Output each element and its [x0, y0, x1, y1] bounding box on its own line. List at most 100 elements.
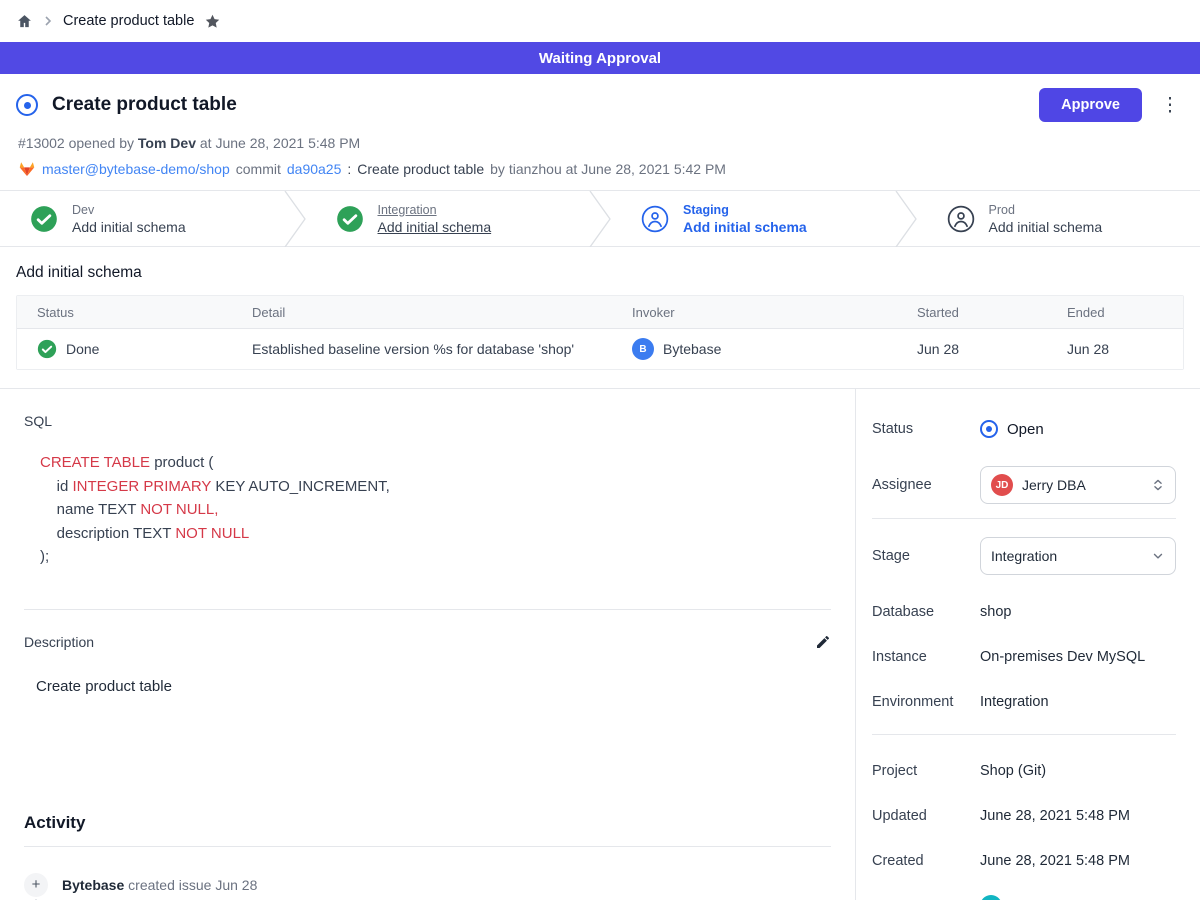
description-label: Description [24, 634, 815, 650]
pipeline-stage-dev[interactable]: Dev Add initial schema [0, 191, 284, 246]
stage-select[interactable]: Integration [980, 537, 1176, 575]
breadcrumb: Create product table [0, 0, 1200, 42]
project-row: ProjectShop (Git) [872, 753, 1176, 789]
field-value: On-premises Dev MySQL [980, 649, 1145, 665]
column-header-detail: Detail [232, 305, 612, 320]
field-value: June 28, 2021 5:48 PM [980, 853, 1130, 869]
pipeline-stage-prod[interactable]: Prod Add initial schema [917, 191, 1200, 246]
sql-line: name TEXT NOT NULL, [40, 498, 831, 522]
waiting-approval-banner: Waiting Approval [0, 42, 1200, 74]
field-value: shop [980, 604, 1011, 620]
status-value: Open [1007, 421, 1044, 438]
sql-line: description TEXT NOT NULL [40, 522, 831, 546]
field-value: June 28, 2021 5:48 PM [980, 808, 1130, 824]
task-table: StatusDetailInvokerStartedEnded DoneEsta… [16, 295, 1184, 370]
divider [24, 846, 831, 847]
stage-done-check-icon [30, 205, 58, 233]
assignee-label: Assignee [872, 477, 980, 493]
kebab-menu-icon[interactable]: ⋮ [1156, 96, 1184, 115]
assignee-avatar: JD [991, 474, 1013, 496]
stage-task-label: Add initial schema [989, 219, 1103, 235]
task-table-header: StatusDetailInvokerStartedEnded [17, 296, 1183, 329]
stage-task-label: Add initial schema [72, 219, 186, 235]
field-value: Integration [980, 694, 1049, 710]
stage-separator [895, 191, 917, 247]
stage-task-label: Add initial schema [683, 219, 807, 235]
sidebar: Status Open Assignee JD Jerry DBA [856, 389, 1200, 900]
open-status-icon [980, 420, 998, 438]
activity-item: +Bytebase created issue Jun 28 [24, 873, 831, 897]
status-label: Status [872, 421, 980, 437]
bytebase-issue-page: Create product table Waiting Approval Cr… [0, 0, 1200, 900]
plus-icon: + [24, 873, 48, 897]
assignee-value: Jerry DBA [1022, 477, 1142, 493]
status-row: Status Open [872, 411, 1176, 447]
commit-hash-link[interactable]: da90a25 [287, 161, 342, 177]
pipeline-stages: Dev Add initial schema Integration Add init… [0, 190, 1200, 247]
pipeline-stage-integration[interactable]: Integration Add initial schema [306, 191, 590, 246]
field-label: Instance [872, 649, 980, 665]
field-value: Shop (Git) [980, 763, 1046, 779]
stage-person-icon [947, 205, 975, 233]
database-row: Databaseshop [872, 594, 1176, 630]
column-header-status: Status [17, 305, 232, 320]
chevron-down-icon [1151, 549, 1165, 563]
task-detail-cell: Established baseline version %s for data… [232, 341, 612, 357]
breadcrumb-current[interactable]: Create product table [63, 13, 194, 29]
stage-env-label: Prod [989, 203, 1103, 217]
edit-pencil-icon[interactable] [815, 634, 831, 650]
field-label: Environment [872, 694, 980, 710]
activity-timeline: +Bytebase created issue Jun 28 [24, 873, 831, 897]
sql-label: SQL [24, 413, 831, 429]
issue-meta: #13002 opened by Tom Dev at June 28, 202… [18, 135, 1184, 151]
main-column: SQL CREATE TABLE product ( id INTEGER PR… [0, 389, 856, 900]
task-ended-cell: Jun 28 [1047, 341, 1183, 357]
description-text: Create product table [36, 678, 831, 695]
stage-value: Integration [991, 548, 1142, 564]
pipeline-stage-staging[interactable]: Staging Add initial schema [611, 191, 895, 246]
stage-env-label: Staging [683, 203, 807, 217]
divider [24, 609, 831, 610]
column-header-invoker: Invoker [612, 305, 897, 320]
commit-message: Create product table [357, 161, 484, 177]
assignee-row: Assignee JD Jerry DBA [872, 466, 1176, 504]
sql-line: id INTEGER PRIMARY KEY AUTO_INCREMENT, [40, 475, 831, 499]
stage-person-icon [641, 205, 669, 233]
stage-done-check-icon [336, 205, 364, 233]
home-icon[interactable] [16, 13, 33, 30]
assignee-select[interactable]: JD Jerry DBA [980, 466, 1176, 504]
stage-env-label: Integration [378, 203, 492, 217]
chevron-right-icon [43, 16, 53, 26]
commit-branch-link[interactable]: master@bytebase-demo/shop [42, 161, 230, 177]
field-label: Created [872, 853, 980, 869]
created-row: CreatedJune 28, 2021 5:48 PM [872, 843, 1176, 879]
stage-task-label: Add initial schema [378, 219, 492, 235]
issue-title: Create product table [52, 94, 237, 116]
issue-open-icon [16, 94, 38, 116]
task-title: Add initial schema [16, 264, 1184, 282]
task-section: Add initial schema StatusDetailInvokerSt… [0, 247, 1200, 388]
updated-row: UpdatedJune 28, 2021 5:48 PM [872, 798, 1176, 834]
updown-chevron-icon [1151, 478, 1165, 492]
field-label: Database [872, 604, 980, 620]
stage-label: Stage [872, 548, 980, 564]
field-label: Updated [872, 808, 980, 824]
stage-separator [284, 191, 306, 247]
task-row[interactable]: DoneEstablished baseline version %s for … [17, 329, 1183, 369]
stage-separator [589, 191, 611, 247]
activity-title: Activity [24, 813, 831, 833]
sql-code: CREATE TABLE product ( id INTEGER PRIMAR… [40, 451, 831, 569]
sql-line: ); [40, 545, 831, 569]
column-header-ended: Ended [1047, 305, 1183, 320]
divider [872, 518, 1176, 519]
creator-row: Creator TD Tom Dev [872, 888, 1176, 900]
commit-line: master@bytebase-demo/shop commit da90a25… [18, 160, 1184, 178]
sql-line: CREATE TABLE product ( [40, 451, 831, 475]
content-split: SQL CREATE TABLE product ( id INTEGER PR… [0, 388, 1200, 900]
task-started-cell: Jun 28 [897, 341, 1047, 357]
done-check-icon [37, 339, 57, 359]
stage-row: Stage Integration [872, 537, 1176, 575]
approve-button[interactable]: Approve [1039, 88, 1142, 122]
star-icon[interactable] [204, 13, 221, 30]
stage-env-label: Dev [72, 203, 186, 217]
